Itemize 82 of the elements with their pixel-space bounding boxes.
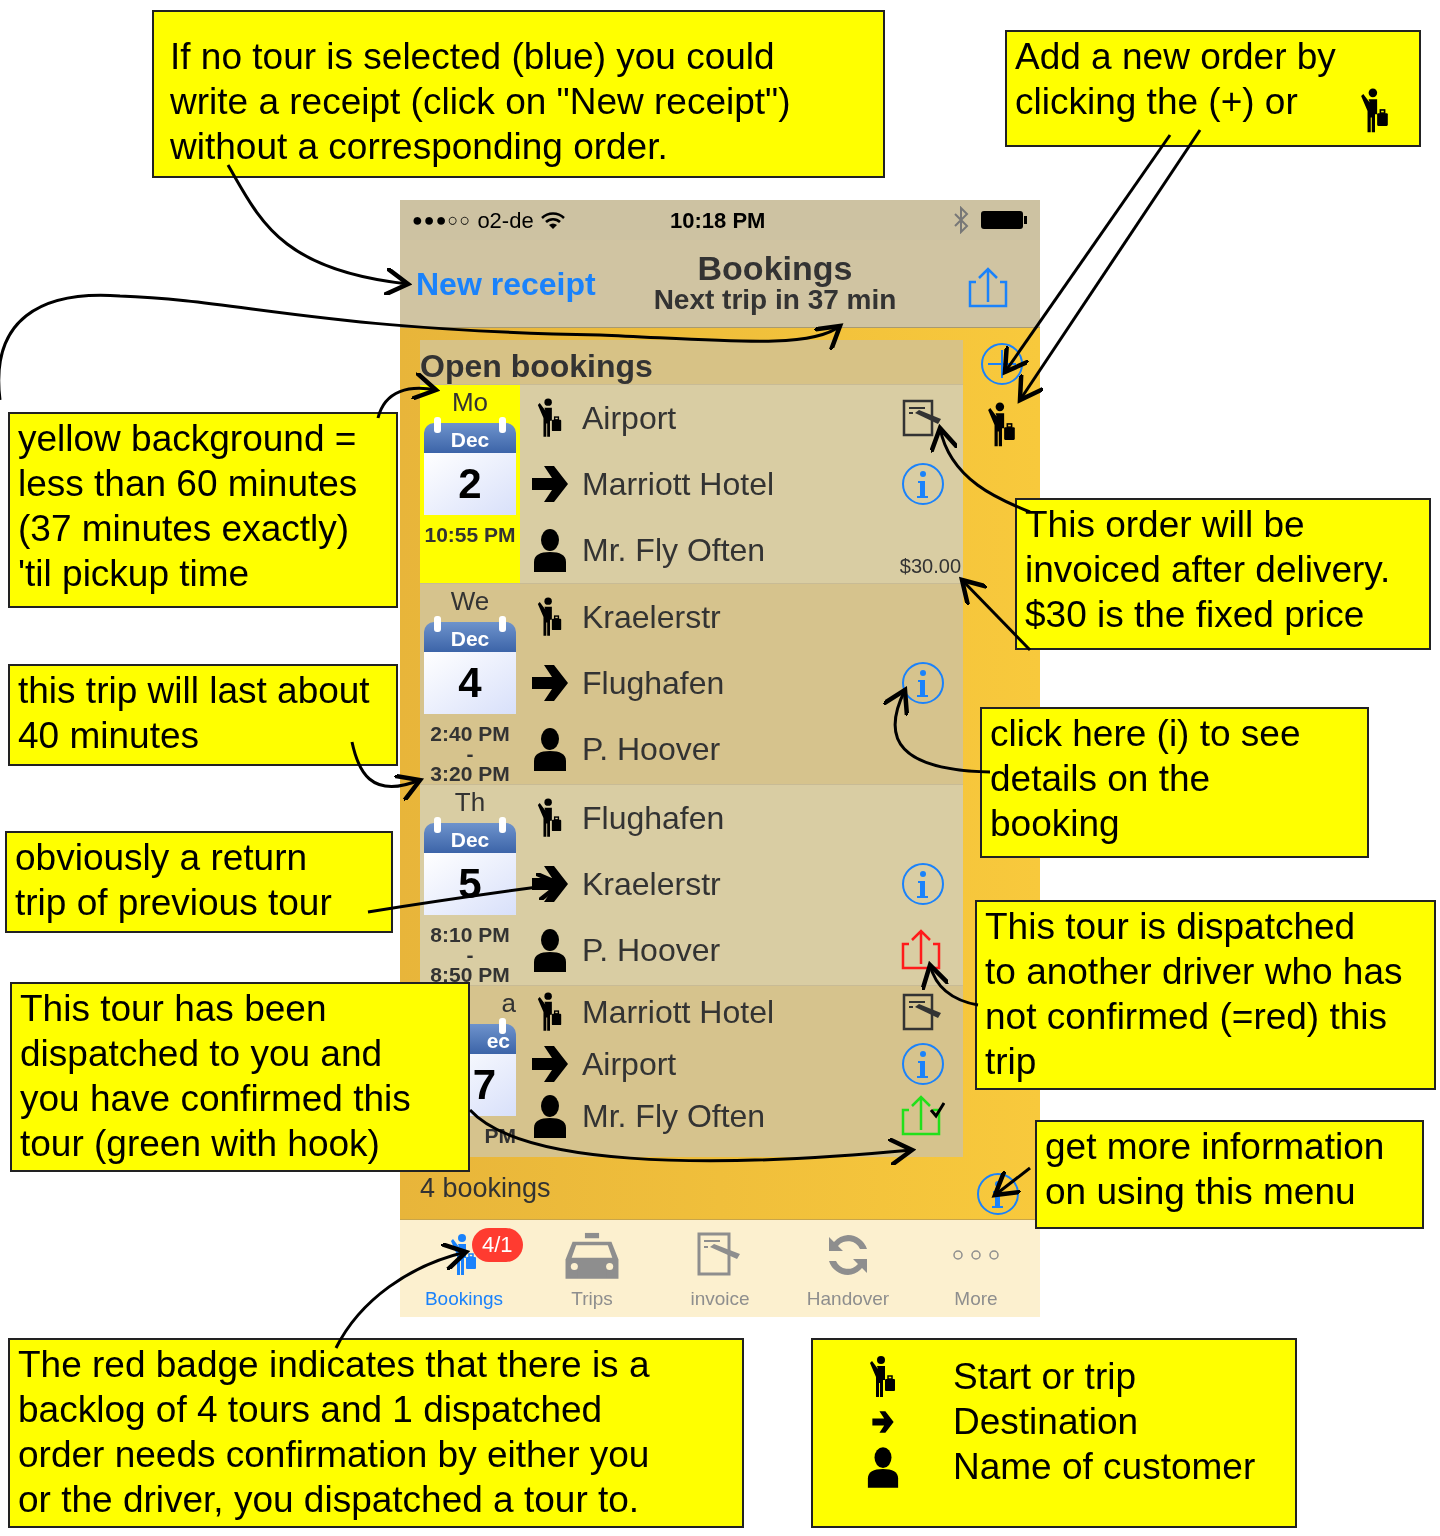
add-icon[interactable] — [979, 342, 1024, 386]
pointer-arrow — [921, 962, 979, 1007]
customer-label: P. Hoover — [582, 731, 721, 767]
time-label: 8:50 PM — [430, 965, 510, 985]
month-label: Dec — [450, 828, 490, 852]
legend-text: Destination — [953, 1399, 1139, 1444]
calendar-icon — [424, 616, 516, 714]
person-icon — [531, 928, 569, 972]
callout-text: If no tour is selected (blue) you could write a receipt (click on "New receipt") without a corresponding order. — [169, 35, 791, 169]
info-icon[interactable] — [901, 661, 945, 705]
customer-label: Mr. Fly Often — [582, 532, 766, 568]
person-icon — [866, 1445, 900, 1488]
info-icon[interactable] — [976, 1172, 1020, 1216]
count-badge: 4/1 — [472, 1228, 523, 1262]
time-separator: - — [466, 744, 474, 764]
tab-button[interactable]: Bookings 4/1 — [400, 1220, 528, 1317]
carrier-label: o2-de — [477, 206, 534, 235]
callout-text: Add a new order by clicking the (+) or — [1015, 35, 1336, 124]
weekday-label: We — [450, 586, 490, 616]
time-label: 10:55 PM — [424, 525, 516, 545]
day-number: 2 — [458, 459, 482, 509]
callout-text: This tour has been dispatched to you and you have confirmed this tour (green with hook) — [20, 987, 411, 1166]
person-icon — [531, 727, 569, 771]
pickup-label: Flughafen — [582, 800, 725, 836]
legend-text: Name of customer — [953, 1444, 1256, 1489]
pickup-label: Marriott Hotel — [582, 994, 775, 1030]
tab-button[interactable]: invoice — [656, 1220, 784, 1317]
hailing-person-icon — [536, 796, 564, 840]
callout-text: This tour is dispatched to another driver who has not confirmed (=red) this trip — [985, 905, 1403, 1084]
pickup-label: Airport — [582, 400, 677, 436]
checked-share-icon[interactable] — [901, 1094, 945, 1138]
bluetooth-icon — [952, 206, 970, 234]
legend-text: Start or trip — [953, 1354, 1136, 1399]
clock-time: 10:18 PM — [670, 206, 766, 235]
battery-icon — [980, 210, 1028, 230]
time-separator: - — [466, 945, 474, 965]
callout-text: The red badge indicates that there is a backlog of 4 tours and 1 dispatched order needs confirmation by either you or the driver, you dispatched a tour to. — [18, 1343, 650, 1522]
callout-text: this trip will last about 40 minutes — [18, 669, 370, 758]
destination-label: Kraelerstr — [582, 866, 721, 902]
signal-dots: ●●●○○ — [412, 208, 472, 232]
calendar-icon — [424, 817, 516, 915]
hailing-person-icon — [536, 396, 564, 440]
callout-text: This order will be invoiced after delivery. $30 is the fixed price — [1025, 503, 1391, 637]
booking-row[interactable]: Mo Dec 2 10:55 PM Airport Marriott Hotel Mr. Fly Often $30.00 — [420, 384, 963, 583]
bookings-count: 4 bookings — [420, 1171, 551, 1205]
pickup-label: Kraelerstr — [582, 599, 721, 635]
tab-button[interactable]: Trips — [528, 1220, 656, 1317]
price-label: $30.00 — [899, 554, 961, 579]
customer-label: P. Hoover — [582, 932, 721, 968]
day-number: 4 — [458, 658, 482, 708]
pointer-arrow — [992, 1166, 1031, 1198]
hailing-person-icon — [536, 990, 564, 1034]
booking-row[interactable]: We Dec 4 2:40 PM - 3:20 PM Kraelerstr Flughafen P. Hoover — [420, 583, 963, 784]
person-icon — [531, 1094, 569, 1138]
tab-button[interactable]: Handover — [784, 1220, 912, 1317]
callout-text: yellow background = less than 60 minutes (37 minutes exactly) 'til pickup time — [18, 417, 358, 596]
month-label: ec — [486, 1029, 510, 1053]
section-header: Open bookings — [420, 340, 963, 384]
time-label: 3:20 PM — [430, 764, 510, 784]
more-icon — [952, 1248, 1000, 1261]
hailing-person-icon — [868, 1353, 898, 1400]
destination-label: Airport — [582, 1046, 677, 1082]
customer-label: Mr. Fly Often — [582, 1098, 766, 1134]
day-number: 7 — [472, 1060, 496, 1110]
person-icon — [531, 528, 569, 572]
wifi-icon — [539, 210, 566, 230]
new-receipt-button[interactable]: New receipt — [416, 259, 596, 308]
weekday-label: Th — [454, 787, 486, 817]
hailing-person-icon — [536, 595, 564, 639]
month-label: Dec — [450, 428, 490, 452]
calendar-icon — [424, 417, 516, 515]
destination-label: Marriott Hotel — [582, 466, 775, 502]
callout-text: obviously a return trip of previous tour — [15, 836, 332, 925]
callout-text: click here (i) to see details on the booking — [990, 712, 1301, 846]
time-label: 8:10 PM — [430, 925, 510, 945]
destination-label: Flughafen — [582, 665, 725, 701]
weekday-label: Mo — [451, 387, 489, 417]
callout-text: get more information on using this menu — [1045, 1125, 1385, 1214]
month-label: Dec — [450, 627, 490, 651]
weekday-label: a — [501, 988, 516, 1018]
tab-button[interactable]: More — [912, 1220, 1040, 1317]
time-label: 2:40 PM — [430, 724, 510, 744]
